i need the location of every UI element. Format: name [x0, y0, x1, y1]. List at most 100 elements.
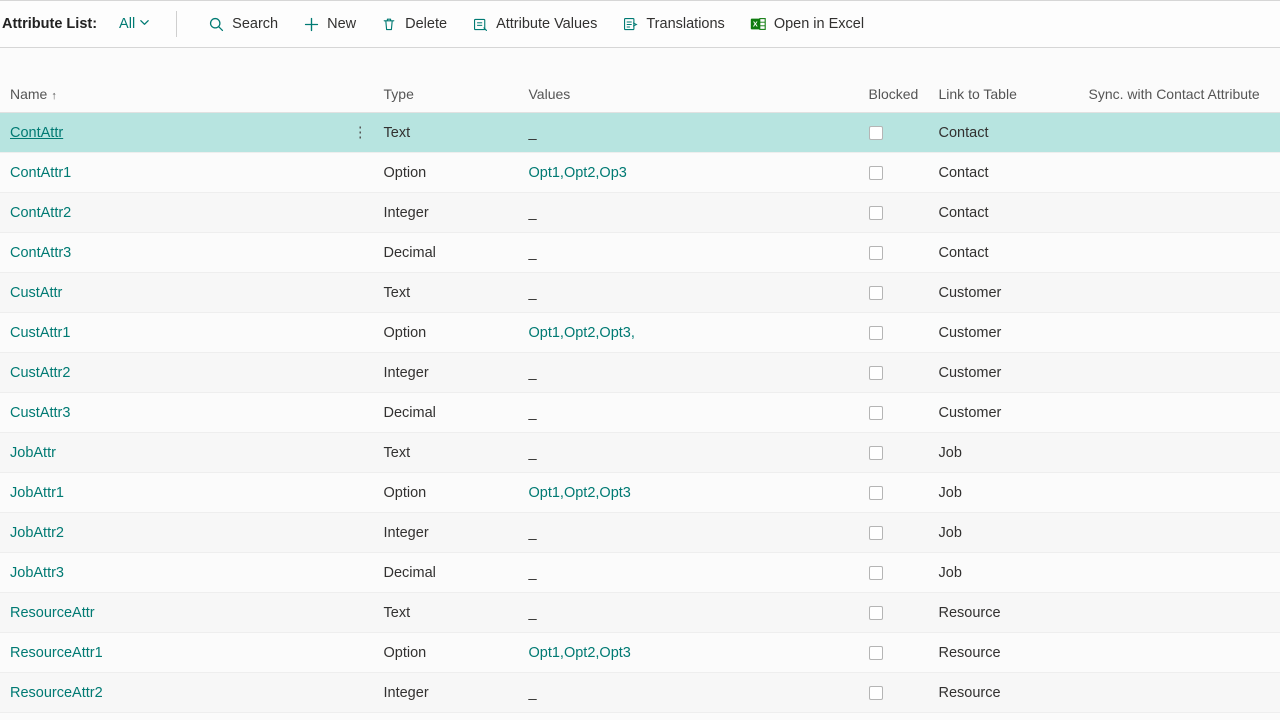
blocked-checkbox[interactable] — [869, 166, 883, 180]
svg-text:X: X — [753, 20, 758, 29]
cell-values: _ — [521, 113, 861, 153]
column-header-link[interactable]: Link to Table — [931, 76, 1081, 113]
translations-button[interactable]: Translations — [609, 9, 736, 39]
name-link[interactable]: ContAttr — [10, 125, 63, 141]
cell-link-to-table: Customer — [931, 313, 1081, 353]
cell-link-to-table: Job — [931, 473, 1081, 513]
blocked-checkbox[interactable] — [869, 486, 883, 500]
delete-button[interactable]: Delete — [368, 9, 459, 39]
name-link[interactable]: ResourceAttr — [10, 605, 95, 621]
name-link[interactable]: CustAttr3 — [10, 405, 70, 421]
column-header-type[interactable]: Type — [376, 76, 521, 113]
cell-type: Integer — [376, 353, 521, 393]
toolbar-divider — [176, 11, 177, 37]
table-row[interactable]: ResourceAttr1⋮OptionOpt1,Opt2,Opt3Resour… — [0, 633, 1280, 673]
cell-sync — [1081, 113, 1280, 153]
cell-sync — [1081, 233, 1280, 273]
sort-asc-icon: ↑ — [51, 90, 57, 102]
cell-type: Option — [376, 153, 521, 193]
row-actions-icon[interactable]: ⋮ — [353, 125, 368, 141]
blocked-checkbox[interactable] — [869, 686, 883, 700]
blocked-checkbox[interactable] — [869, 366, 883, 380]
cell-type: Integer — [376, 673, 521, 713]
name-link[interactable]: JobAttr1 — [10, 485, 64, 501]
cell-sync — [1081, 393, 1280, 433]
table-header-row: Name↑ Type Values Blocked Link to Table … — [0, 76, 1280, 113]
table-row[interactable]: ContAttr1⋮OptionOpt1,Opt2,Op3Contact — [0, 153, 1280, 193]
values-link[interactable]: Opt1,Opt2,Op3 — [529, 165, 627, 181]
name-link[interactable]: JobAttr2 — [10, 525, 64, 541]
blocked-checkbox[interactable] — [869, 246, 883, 260]
name-link[interactable]: ContAttr1 — [10, 165, 71, 181]
table-row[interactable]: CustAttr⋮Text_Customer — [0, 273, 1280, 313]
toolbar: Attribute List: All Search New Delete At… — [0, 0, 1280, 48]
table-row[interactable]: CustAttr2⋮Integer_Customer — [0, 353, 1280, 393]
cell-link-to-table: Job — [931, 553, 1081, 593]
column-header-values[interactable]: Values — [521, 76, 861, 113]
table-row[interactable]: ResourceAttr⋮Text_Resource — [0, 593, 1280, 633]
column-name-label: Name — [10, 86, 47, 102]
table-row[interactable]: JobAttr⋮Text_Job — [0, 433, 1280, 473]
blocked-checkbox[interactable] — [869, 446, 883, 460]
cell-values: _ — [521, 553, 861, 593]
values-link[interactable]: Opt1,Opt2,Opt3, — [529, 325, 635, 341]
cell-values: _ — [521, 273, 861, 313]
cell-link-to-table: Contact — [931, 153, 1081, 193]
values-link[interactable]: Opt1,Opt2,Opt3 — [529, 485, 631, 501]
name-link[interactable]: ResourceAttr2 — [10, 685, 103, 701]
blocked-checkbox[interactable] — [869, 406, 883, 420]
values-link[interactable]: Opt1,Opt2,Opt3 — [529, 645, 631, 661]
open-excel-button[interactable]: X Open in Excel — [737, 9, 876, 39]
cell-values: _ — [521, 673, 861, 713]
cell-link-to-table: Contact — [931, 233, 1081, 273]
blocked-checkbox[interactable] — [869, 646, 883, 660]
blocked-checkbox[interactable] — [869, 126, 883, 140]
name-link[interactable]: CustAttr2 — [10, 365, 70, 381]
cell-type: Decimal — [376, 233, 521, 273]
name-link[interactable]: JobAttr3 — [10, 565, 64, 581]
cell-sync — [1081, 473, 1280, 513]
table-row[interactable]: ContAttr2⋮Integer_Contact — [0, 193, 1280, 233]
table-row[interactable]: ContAttr3⋮Decimal_Contact — [0, 233, 1280, 273]
table-row[interactable]: CustAttr1⋮OptionOpt1,Opt2,Opt3,Customer — [0, 313, 1280, 353]
list-icon — [471, 15, 489, 33]
new-button[interactable]: New — [290, 9, 368, 39]
column-header-blocked[interactable]: Blocked — [861, 76, 931, 113]
blocked-checkbox[interactable] — [869, 566, 883, 580]
cell-type: Option — [376, 633, 521, 673]
translations-label: Translations — [646, 16, 724, 32]
table-row[interactable]: JobAttr2⋮Integer_Job — [0, 513, 1280, 553]
table-row[interactable]: CustAttr3⋮Decimal_Customer — [0, 393, 1280, 433]
blocked-checkbox[interactable] — [869, 526, 883, 540]
name-link[interactable]: JobAttr — [10, 445, 56, 461]
excel-icon: X — [749, 15, 767, 33]
name-link[interactable]: CustAttr1 — [10, 325, 70, 341]
cell-sync — [1081, 513, 1280, 553]
blocked-checkbox[interactable] — [869, 206, 883, 220]
column-header-sync[interactable]: Sync. with Contact Attribute — [1081, 76, 1280, 113]
name-link[interactable]: ResourceAttr1 — [10, 645, 103, 661]
attribute-values-button[interactable]: Attribute Values — [459, 9, 609, 39]
blocked-checkbox[interactable] — [869, 326, 883, 340]
name-link[interactable]: ContAttr3 — [10, 245, 71, 261]
filter-dropdown[interactable]: All — [111, 10, 158, 38]
globe-icon — [621, 15, 639, 33]
cell-sync — [1081, 673, 1280, 713]
cell-type: Decimal — [376, 393, 521, 433]
cell-link-to-table: Contact — [931, 193, 1081, 233]
name-link[interactable]: CustAttr — [10, 285, 62, 301]
table-row[interactable]: ResourceAttr2⋮Integer_Resource — [0, 673, 1280, 713]
cell-link-to-table: Job — [931, 513, 1081, 553]
blocked-checkbox[interactable] — [869, 606, 883, 620]
cell-link-to-table: Resource — [931, 673, 1081, 713]
search-button[interactable]: Search — [195, 9, 290, 39]
table-row[interactable]: JobAttr1⋮OptionOpt1,Opt2,Opt3Job — [0, 473, 1280, 513]
blocked-checkbox[interactable] — [869, 286, 883, 300]
table-row[interactable]: JobAttr3⋮Decimal_Job — [0, 553, 1280, 593]
filter-dropdown-label: All — [119, 16, 135, 32]
name-link[interactable]: ContAttr2 — [10, 205, 71, 221]
column-header-name[interactable]: Name ↑ — [0, 76, 345, 113]
cell-values: _ — [521, 433, 861, 473]
table-row[interactable]: ContAttr⋮Text_Contact — [0, 113, 1280, 153]
cell-type: Text — [376, 433, 521, 473]
